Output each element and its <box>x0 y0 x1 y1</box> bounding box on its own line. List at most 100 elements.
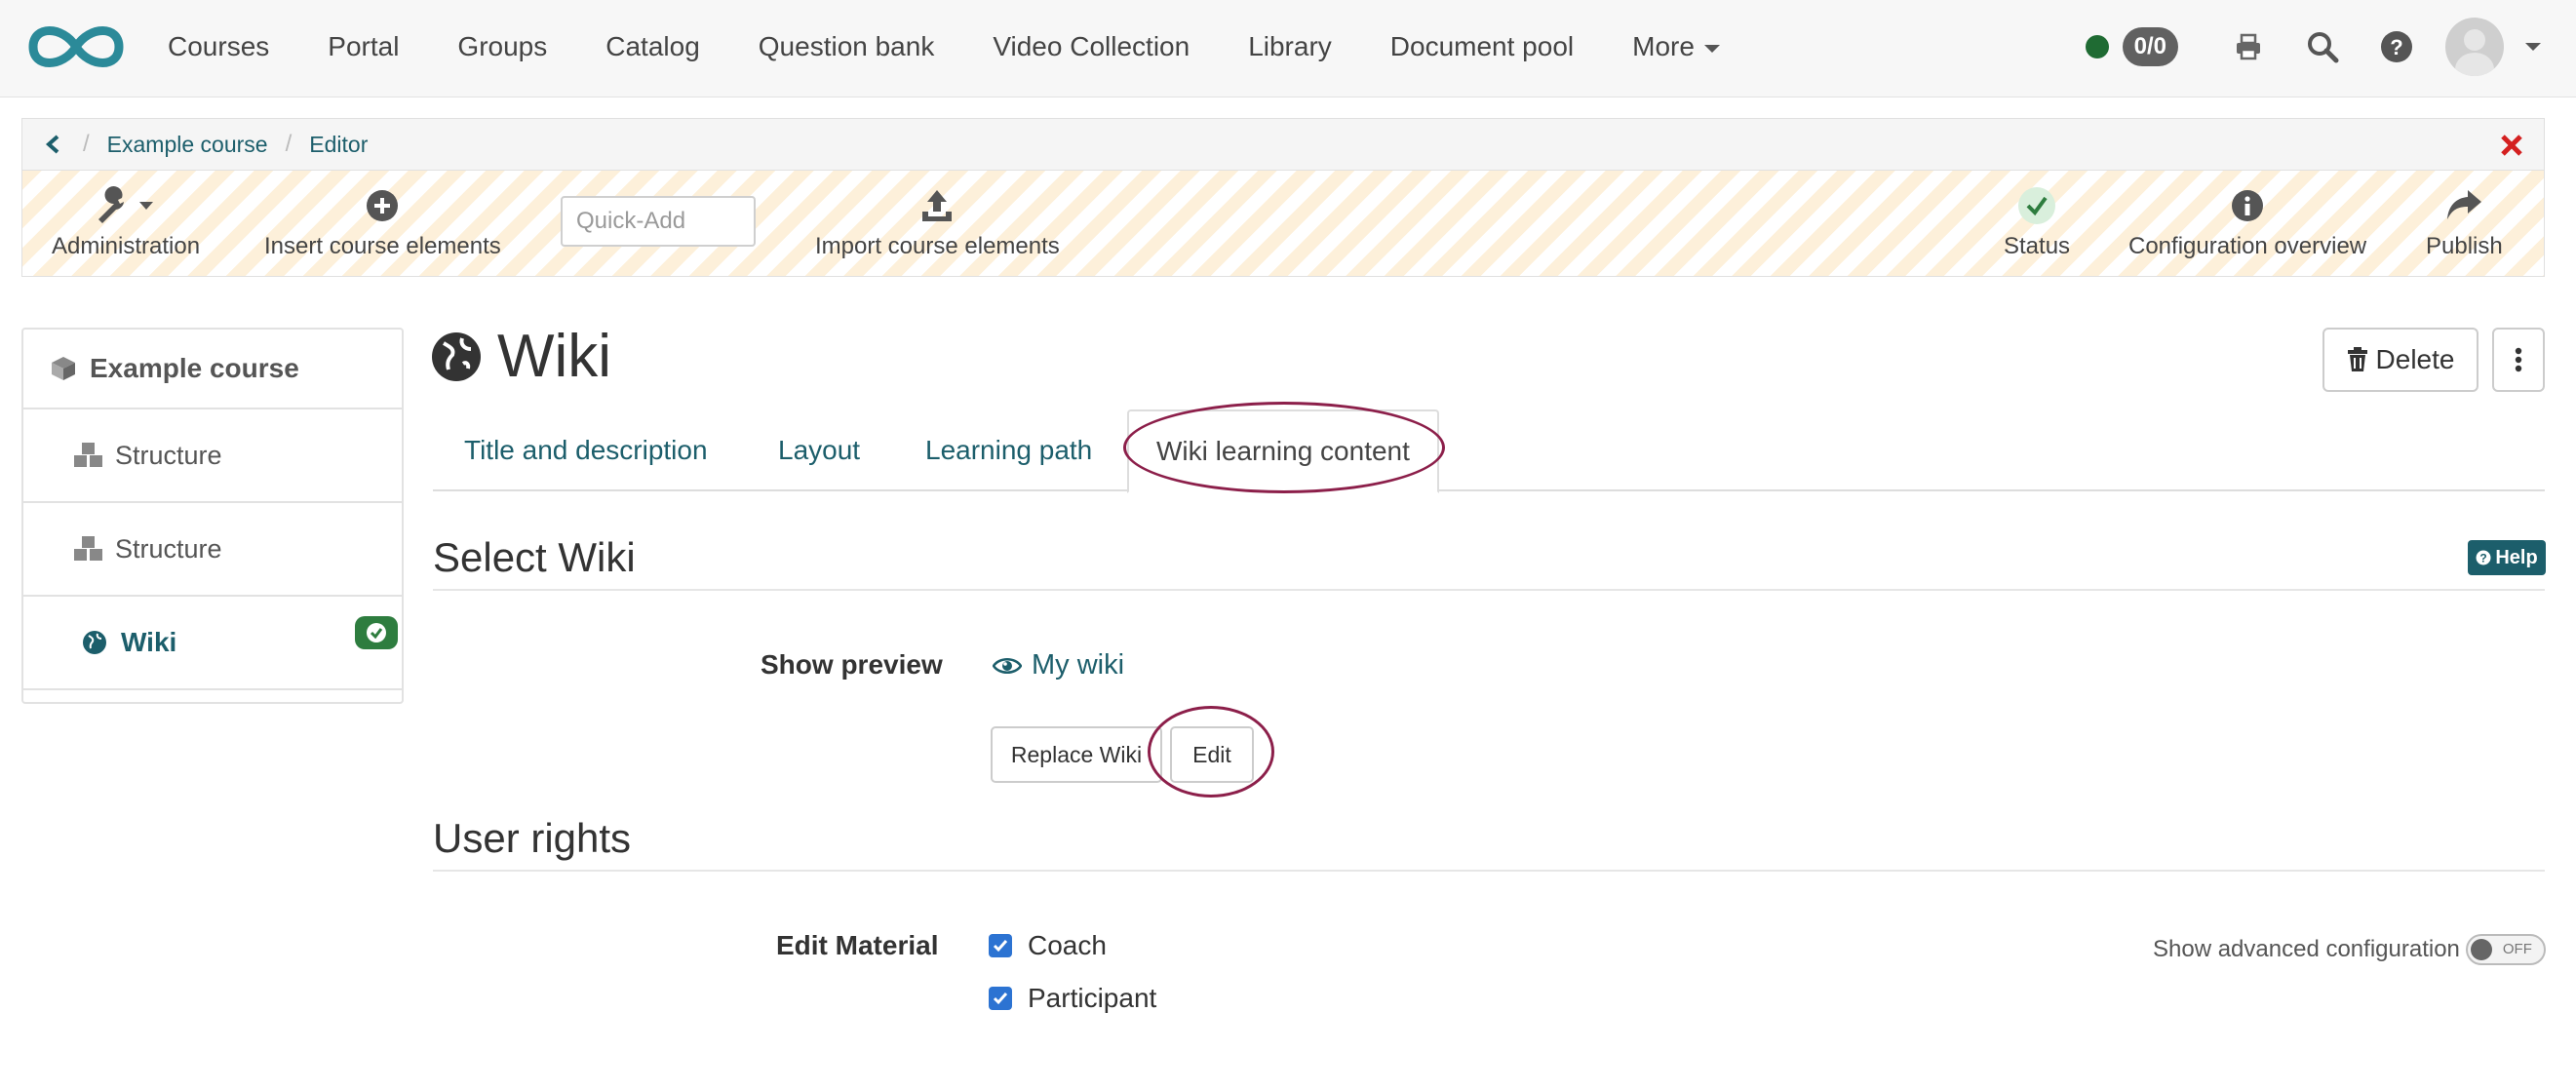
status-label: Status <box>2004 233 2071 259</box>
show-preview-label: Show preview <box>761 649 943 680</box>
svg-text:?: ? <box>2390 35 2402 59</box>
vertical-ellipsis-icon <box>2515 347 2522 372</box>
tab-layout[interactable]: Layout <box>778 409 860 491</box>
sidebar-course-label: Example course <box>90 353 299 383</box>
toggle-knob <box>2470 939 2492 960</box>
help-icon[interactable]: ? <box>2377 27 2416 66</box>
plus-circle-icon <box>366 184 399 227</box>
nav-courses[interactable]: Courses <box>138 31 298 62</box>
nav-document-pool[interactable]: Document pool <box>1361 31 1603 62</box>
toggle-state-label: OFF <box>2502 941 2532 957</box>
breadcrumb-separator: / <box>285 131 293 157</box>
my-wiki-label: My wiki <box>1032 649 1125 681</box>
help-label: Help <box>2495 546 2538 568</box>
delete-button[interactable]: Delete <box>2322 328 2478 392</box>
course-tree-sidebar: Example course Structure Structure Wiki <box>21 328 404 704</box>
page-title: Wiki <box>431 322 611 391</box>
cube-icon <box>47 352 80 385</box>
nav-more-label: More <box>1632 31 1695 61</box>
checkbox-coach-label: Coach <box>1028 930 1107 960</box>
cubes-icon <box>72 532 105 565</box>
share-arrow-icon <box>2444 184 2483 227</box>
checkbox-coach-row: Coach <box>989 930 1107 961</box>
select-wiki-heading: Select Wiki <box>433 534 636 580</box>
user-rights-heading: User rights <box>433 815 632 861</box>
nav-library[interactable]: Library <box>1219 31 1361 62</box>
main-nav: Courses Portal Groups Catalog Question b… <box>138 0 1749 94</box>
replace-wiki-button[interactable]: Replace Wiki <box>991 726 1162 783</box>
cubes-icon <box>72 439 105 472</box>
user-avatar[interactable] <box>2445 18 2504 76</box>
info-icon <box>2231 184 2264 227</box>
top-navbar: Courses Portal Groups Catalog Question b… <box>0 0 2576 97</box>
publish-label: Publish <box>2426 233 2503 259</box>
section-divider <box>433 870 2545 872</box>
back-icon[interactable] <box>40 132 65 157</box>
checkmark-icon <box>2017 184 2056 227</box>
configuration-overview-label: Configuration overview <box>2128 233 2367 259</box>
search-icon[interactable] <box>2303 27 2342 66</box>
upload-icon <box>919 184 955 227</box>
tab-wiki-learning-content[interactable]: Wiki learning content <box>1127 409 1439 493</box>
breadcrumb-separator: / <box>83 131 90 157</box>
quick-add-input[interactable] <box>561 196 756 247</box>
close-icon[interactable] <box>2497 131 2526 160</box>
section-divider <box>433 589 2545 591</box>
nav-portal[interactable]: Portal <box>298 31 428 62</box>
import-course-elements-label: Import course elements <box>815 233 1060 259</box>
advanced-config-label: Show advanced configuration <box>2153 936 2460 962</box>
breadcrumb-editor[interactable]: Editor <box>309 132 368 158</box>
checkbox-participant-label: Participant <box>1028 983 1157 1013</box>
breadcrumb-example-course[interactable]: Example course <box>107 132 268 158</box>
print-icon[interactable] <box>2229 27 2268 66</box>
sidebar-item-structure[interactable]: Structure <box>23 409 402 503</box>
checkbox-participant-row: Participant <box>989 983 1156 1014</box>
nav-more[interactable]: More <box>1603 31 1749 62</box>
svg-text:?: ? <box>2480 552 2487 565</box>
question-circle-icon: ? <box>2476 550 2491 565</box>
nav-question-bank[interactable]: Question bank <box>729 31 964 62</box>
nav-groups[interactable]: Groups <box>428 31 576 62</box>
checkbox-coach[interactable] <box>989 934 1012 957</box>
sidebar-item-structure[interactable]: Structure <box>23 503 402 597</box>
openolat-logo-icon[interactable] <box>23 18 129 76</box>
notification-count-badge[interactable]: 0/0 <box>2122 27 2178 66</box>
import-course-elements-button[interactable]: Import course elements <box>815 184 1060 260</box>
my-wiki-preview-link[interactable]: My wiki <box>993 649 1124 681</box>
checkbox-participant[interactable] <box>989 987 1012 1010</box>
online-status-icon <box>2085 35 2109 58</box>
trash-icon <box>2347 347 2367 371</box>
help-button[interactable]: ? Help <box>2468 540 2546 575</box>
configuration-overview-button[interactable]: Configuration overview <box>2128 184 2366 260</box>
globe-icon <box>78 626 111 659</box>
chevron-down-icon[interactable] <box>2525 43 2541 51</box>
check-icon <box>993 993 1008 1005</box>
chevron-down-icon <box>1703 44 1720 53</box>
publish-button[interactable]: Publish <box>2426 184 2503 260</box>
more-options-button[interactable] <box>2492 328 2545 392</box>
editor-toolbar: Administration Insert course elements Im… <box>21 170 2545 277</box>
tab-bar: Title and description Layout Learning pa… <box>433 409 2545 493</box>
insert-course-elements-label: Insert course elements <box>264 233 501 259</box>
page-title-text: Wiki <box>497 323 612 390</box>
advanced-config-toggle[interactable]: OFF <box>2465 934 2546 965</box>
breadcrumb: / Example course / Editor <box>21 118 2545 170</box>
nav-catalog[interactable]: Catalog <box>576 31 729 62</box>
sidebar-item-wiki[interactable]: Wiki <box>23 597 402 690</box>
advanced-configuration: Show advanced configuration OFF <box>2153 934 2546 965</box>
status-button[interactable]: Status <box>2004 184 2070 260</box>
check-circle-icon <box>355 616 398 649</box>
edit-button[interactable]: Edit <box>1170 726 1254 783</box>
delete-label: Delete <box>2375 344 2455 374</box>
tab-title-and-description[interactable]: Title and description <box>464 409 708 491</box>
nav-video-collection[interactable]: Video Collection <box>963 31 1219 62</box>
nav-right-tools: 0/0 ? <box>2085 0 2541 94</box>
administration-button[interactable]: Administration <box>52 184 200 260</box>
globe-icon <box>432 331 481 381</box>
sidebar-item-label: Structure <box>115 440 222 470</box>
tab-learning-path[interactable]: Learning path <box>925 409 1092 491</box>
eye-icon <box>993 657 1022 674</box>
sidebar-item-example-course[interactable]: Example course <box>23 330 402 409</box>
insert-course-elements-button[interactable]: Insert course elements <box>264 184 501 260</box>
wrench-icon <box>95 184 157 227</box>
